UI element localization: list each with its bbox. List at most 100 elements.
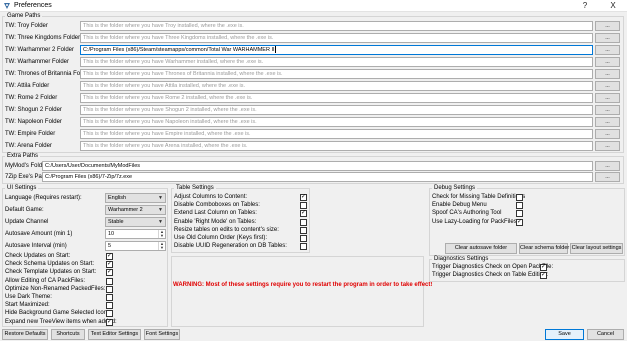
checkbox[interactable] [516, 194, 523, 201]
browse-button[interactable]: ... [595, 57, 620, 67]
checkbox[interactable] [300, 218, 307, 226]
cancel-button[interactable]: Cancel [587, 329, 624, 340]
checkbox-label: Trigger Diagnostics Check on Open PackFi… [432, 264, 554, 270]
browse-button[interactable]: ... [595, 21, 620, 31]
checkmark-icon: ✓ [107, 269, 113, 276]
language-combo[interactable]: English ▼ [105, 193, 166, 203]
checkbox-label: Extend Last Column on Tables: [174, 210, 257, 217]
checkbox-label: Expand new TreeView items when added: [5, 318, 117, 325]
font-settings-button[interactable]: Font Settings [144, 329, 180, 340]
browse-button[interactable]: ... [595, 105, 620, 115]
browse-button[interactable]: ... [595, 141, 620, 151]
close-button[interactable]: X [602, 0, 624, 12]
browse-button[interactable]: ... [595, 69, 620, 79]
browse-button[interactable]: ... [595, 45, 620, 55]
clear-autosave-button[interactable]: Clear autosave folder [445, 243, 517, 254]
browse-button[interactable]: ... [595, 117, 620, 127]
extra-path-input[interactable]: C:/Program Files (x86)/7-Zip/7z.exe [42, 172, 593, 182]
checkbox[interactable] [300, 202, 307, 210]
checkbox[interactable] [106, 285, 113, 293]
browse-button[interactable]: ... [595, 129, 620, 139]
extra-path-input[interactable]: C:/Users/User/Documents/MyModFiles [42, 161, 593, 171]
language-value: English [108, 195, 127, 201]
checkbox-label: Start Maximized: [5, 302, 50, 309]
checkbox[interactable] [300, 235, 307, 242]
checkbox-label: Use Lazy-Loading for PackFiles: [432, 218, 519, 225]
game-path-input[interactable]: C:/Program Files (x86)/Steam/steamapps/c… [80, 45, 593, 55]
warning-area [171, 256, 424, 327]
checkbox[interactable] [300, 226, 307, 234]
checkmark-icon: ✓ [107, 261, 113, 268]
game-path-input[interactable]: This is the folder where you have Arena … [80, 141, 593, 151]
game-paths-title: Game Paths [5, 13, 43, 20]
checkbox[interactable]: ✓ [540, 272, 547, 280]
checkbox-label: Resize tables on edits to content's size… [174, 226, 279, 233]
shortcuts-button[interactable]: Shortcuts [51, 329, 85, 340]
autosave-amount-spinbox[interactable]: 10 ▲ ▼ [105, 229, 166, 239]
browse-button[interactable]: ... [595, 161, 620, 171]
checkbox-label: Allow Editing of CA PackFiles: [5, 277, 86, 284]
restore-defaults-button[interactable]: Restore Defaults [2, 329, 48, 340]
game-path-label: TW: Three Kingdoms Folder [5, 35, 81, 41]
help-button[interactable]: ? [574, 0, 596, 12]
checkbox[interactable]: ✓ [106, 261, 113, 269]
game-path-input[interactable]: This is the folder where you have Rome 2… [80, 93, 593, 103]
table-settings-title: Table Settings [174, 185, 216, 192]
browse-button[interactable]: ... [595, 93, 620, 103]
default-game-value: Warhammer 2 [108, 207, 143, 213]
browse-button[interactable]: ... [595, 172, 620, 182]
clear-schema-button[interactable]: Clear schema folder [519, 243, 569, 254]
game-path-input[interactable]: This is the folder where you have Troy i… [80, 21, 593, 31]
checkbox[interactable] [106, 310, 113, 318]
spin-arrows-icon[interactable]: ▲ ▼ [158, 242, 165, 250]
game-path-label: TW: Rome 2 Folder [5, 95, 58, 101]
debug-settings-title: Debug Settings [432, 185, 478, 192]
text-caret [274, 46, 276, 54]
default-game-combo[interactable]: Warhammer 2 ▼ [105, 205, 166, 215]
checkmark-icon: ✓ [107, 318, 113, 325]
game-path-input[interactable]: This is the folder where you have Attila… [80, 81, 593, 91]
clear-layout-button[interactable]: Clear layout settings [570, 243, 623, 254]
game-path-input[interactable]: This is the folder where you have Throne… [80, 69, 593, 79]
checkbox-label: Check Updates on Start: [5, 253, 71, 259]
checkbox-label: Enable 'Right Mode' on Tables: [174, 218, 257, 225]
checkmark-icon: ✓ [107, 253, 113, 259]
checkmark-icon: ✓ [301, 210, 307, 217]
spin-arrows-icon[interactable]: ▲ ▼ [158, 230, 165, 238]
game-path-label: TW: Thrones of Britannia Folder [5, 71, 91, 77]
chevron-down-icon: ▼ [158, 219, 163, 225]
checkbox[interactable]: ✓ [540, 264, 547, 271]
checkbox-label: Adjust Columns to Content: [174, 194, 248, 200]
update-channel-label: Update Channel [5, 219, 49, 225]
autosave-interval-spinbox[interactable]: 5 ▲ ▼ [105, 241, 166, 251]
checkbox[interactable]: ✓ [300, 194, 307, 201]
update-channel-combo[interactable]: Stable ▼ [105, 217, 166, 227]
game-path-input[interactable]: This is the folder where you have Napole… [80, 117, 593, 127]
checkbox[interactable] [106, 302, 113, 310]
checkbox[interactable] [106, 294, 113, 301]
game-path-input[interactable]: This is the folder where you have Shogun… [80, 105, 593, 115]
browse-button[interactable]: ... [595, 81, 620, 91]
checkbox-label: Spoof CA's Authoring Tool [432, 210, 502, 217]
game-path-label: TW: Shogun 2 Folder [5, 107, 62, 113]
text-editor-settings-button[interactable]: Text Editor Settings [88, 329, 141, 340]
game-path-input[interactable]: This is the folder where you have Empire… [80, 129, 593, 139]
checkbox[interactable]: ✓ [106, 253, 113, 260]
autosave-interval-label: Autosave Interval (min) [5, 243, 67, 249]
game-path-input[interactable]: This is the folder where you have Warham… [80, 57, 593, 67]
checkbox[interactable] [516, 210, 523, 218]
checkbox-label: Check for Missing Table Definitions [432, 194, 526, 200]
game-path-input[interactable]: This is the folder where you have Three … [80, 33, 593, 43]
save-button[interactable]: Save [545, 329, 584, 340]
browse-button[interactable]: ... [595, 33, 620, 43]
checkbox[interactable]: ✓ [516, 218, 523, 226]
checkbox[interactable] [106, 277, 113, 285]
checkbox[interactable]: ✓ [106, 318, 113, 326]
checkbox-label: Trigger Diagnostics Check on Table Editi… [432, 272, 549, 279]
app-icon [3, 2, 11, 10]
checkbox[interactable]: ✓ [300, 210, 307, 218]
checkbox[interactable] [516, 202, 523, 210]
game-path-label: TW: Troy Folder [5, 23, 48, 29]
checkbox[interactable]: ✓ [106, 269, 113, 277]
checkbox[interactable] [300, 243, 307, 251]
